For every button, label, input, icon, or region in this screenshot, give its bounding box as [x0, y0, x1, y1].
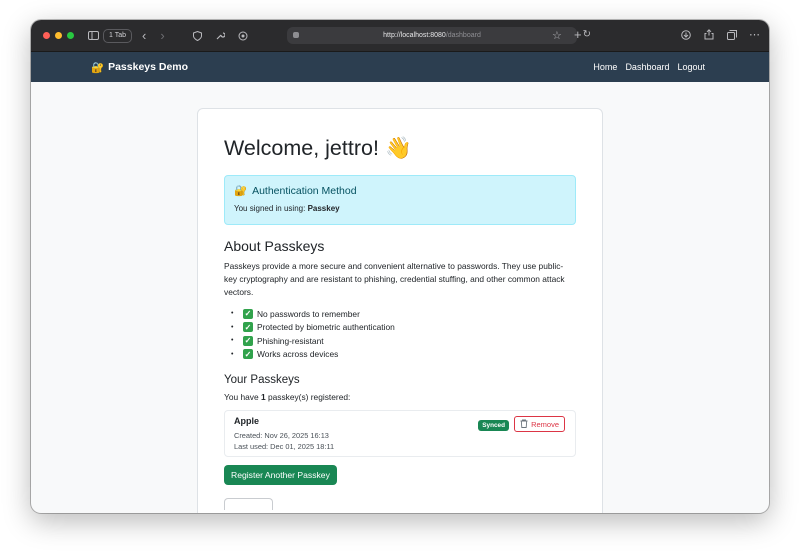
- list-item: • ✓ Phishing-resistant: [231, 335, 324, 346]
- check-icon: ✓: [243, 349, 253, 360]
- alert-title: 🔐 Authentication Method: [234, 184, 566, 198]
- site-navbar: 🔐 Passkeys Demo Home Dashboard Logout: [31, 52, 769, 82]
- sidebar-toggle-icon[interactable]: [88, 31, 99, 40]
- download-icon[interactable]: [681, 30, 691, 40]
- tabs-overview-icon[interactable]: [727, 30, 737, 40]
- browser-window: 1 Tab ‹ › http://localhost:8080/dashboar…: [31, 20, 769, 513]
- synced-badge: Synced: [478, 420, 509, 431]
- close-window-button[interactable]: [43, 32, 50, 39]
- brand-link[interactable]: 🔐 Passkeys Demo: [91, 61, 188, 74]
- passkey-meta: Created: Nov 26, 2025 16:13 Last used: D…: [234, 430, 566, 452]
- wrench-icon[interactable]: [215, 31, 225, 41]
- url-path: /dashboard: [445, 32, 481, 39]
- new-tab-icon[interactable]: +: [574, 27, 582, 42]
- forward-icon[interactable]: ›: [160, 28, 164, 43]
- alert-body-prefix: You signed in using:: [234, 204, 306, 213]
- register-passkey-button[interactable]: Register Another Passkey: [224, 465, 337, 485]
- remove-passkey-button[interactable]: Remove: [514, 416, 565, 432]
- bookmark-star-icon[interactable]: ☆: [552, 29, 562, 42]
- site-settings-icon[interactable]: [293, 32, 299, 38]
- passkey-count-value: 1: [260, 392, 266, 402]
- waving-hand-icon: 👋: [384, 135, 412, 160]
- nav-links: Home Dashboard Logout: [593, 62, 705, 72]
- dashboard-card: Welcome, jettro! 👋 🔐 Authentication Meth…: [197, 108, 603, 513]
- page-title: Welcome, jettro! 👋: [224, 135, 576, 161]
- more-icon[interactable]: ⋯: [749, 28, 760, 41]
- passkey-item: Apple Created: Nov 26, 2025 16:13 Last u…: [224, 410, 576, 457]
- back-icon[interactable]: ‹: [142, 28, 146, 43]
- address-bar[interactable]: http://localhost:8080/dashboard ↻: [287, 27, 591, 44]
- alert-body: You signed in using: Passkey: [234, 204, 566, 213]
- passkey-last-used: Last used: Dec 01, 2025 18:11: [234, 442, 335, 451]
- url-host: http://localhost:8080: [383, 32, 446, 39]
- check-icon: ✓: [243, 322, 253, 333]
- lock-key-icon: 🔐: [91, 61, 105, 74]
- browser-toolbar: 1 Tab ‹ › http://localhost:8080/dashboar…: [31, 20, 769, 52]
- lock-key-icon: 🔐: [234, 185, 248, 197]
- reload-icon[interactable]: ↻: [583, 29, 591, 40]
- zoom-window-button[interactable]: [67, 32, 74, 39]
- feature-list: • ✓ No passwords to remember • ✓ Protected b…: [224, 307, 576, 361]
- welcome-text: Welcome, jettro!: [224, 135, 379, 160]
- auth-method-alert: 🔐 Authentication Method You signed in us…: [224, 175, 576, 225]
- about-heading: About Passkeys: [224, 238, 325, 254]
- extension-icon[interactable]: [238, 31, 248, 41]
- brand-label: Passkeys Demo: [108, 61, 189, 73]
- partial-button[interactable]: [224, 498, 273, 510]
- page-content: Welcome, jettro! 👋 🔐 Authentication Meth…: [31, 82, 769, 513]
- check-icon: ✓: [243, 308, 253, 319]
- auth-method-value: Passkey: [307, 204, 340, 213]
- passkeys-heading: Your Passkeys: [224, 374, 300, 386]
- list-item: • ✓ No passwords to remember: [231, 308, 360, 319]
- trash-icon: [520, 419, 528, 430]
- nav-link-dashboard[interactable]: Dashboard: [625, 62, 669, 72]
- nav-link-home[interactable]: Home: [593, 62, 617, 72]
- list-item: • ✓ Protected by biometric authentication: [231, 322, 395, 333]
- about-paragraph: Passkeys provide a more secure and conve…: [224, 261, 565, 297]
- nav-link-logout[interactable]: Logout: [677, 62, 705, 72]
- window-controls: [43, 32, 74, 39]
- tab-overview-button[interactable]: 1 Tab: [103, 28, 132, 43]
- share-icon[interactable]: [704, 29, 714, 40]
- remove-label: Remove: [531, 419, 559, 429]
- check-icon: ✓: [243, 335, 253, 346]
- alert-title-text: Authentication Method: [252, 184, 357, 197]
- minimize-window-button[interactable]: [55, 32, 62, 39]
- shield-icon[interactable]: [192, 30, 202, 41]
- about-section: About Passkeys Passkeys provide a more s…: [224, 238, 576, 361]
- passkey-count: You have 1 passkey(s) registered:: [224, 392, 351, 402]
- list-item: • ✓ Works across devices: [231, 349, 339, 360]
